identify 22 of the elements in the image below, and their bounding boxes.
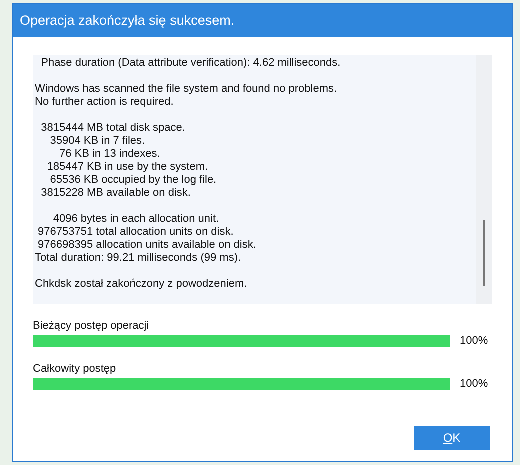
log-line: 976698395 allocation units available on disk. — [37, 239, 258, 252]
log-line: 76 KB in 13 indexes. — [58, 148, 162, 161]
scrollbar-thumb[interactable] — [483, 220, 485, 286]
log-line: 185447 KB in use by the system. — [46, 161, 210, 174]
log-line: 3815444 MB total disk space. — [40, 122, 186, 135]
log-line: 976753751 total allocation units on disk. — [37, 226, 235, 239]
log-line: Chkdsk został zakończony z powodzeniem. — [35, 278, 248, 291]
log-line: Phase duration (Data attribute verification): 4.62 milliseconds. — [40, 57, 342, 70]
log-line: 4096 bytes in each allocation unit. — [52, 213, 220, 226]
log-line: 65536 KB occupied by the log file. — [49, 174, 218, 187]
ok-button[interactable]: OK — [414, 426, 490, 450]
log-line: Windows has scanned the file system and found no problems. — [35, 83, 338, 96]
log-line: No further action is required. — [35, 96, 175, 109]
progress-percent: 100% — [460, 335, 488, 347]
progress-percent: 100% — [460, 378, 488, 390]
progress-label: Całkowity postęp — [33, 362, 118, 377]
log-line: Total duration: 99.21 milliseconds (99 ms). — [35, 252, 242, 265]
log-line: 3815228 MB available on disk. — [40, 187, 192, 200]
log-line: 35904 KB in 7 files. — [49, 135, 146, 148]
window-title: Operacja zakończyła się sukcesem. — [20, 13, 235, 28]
progress-label: Bieżący postęp operacji — [33, 319, 150, 334]
scrollbar[interactable] — [476, 55, 492, 304]
